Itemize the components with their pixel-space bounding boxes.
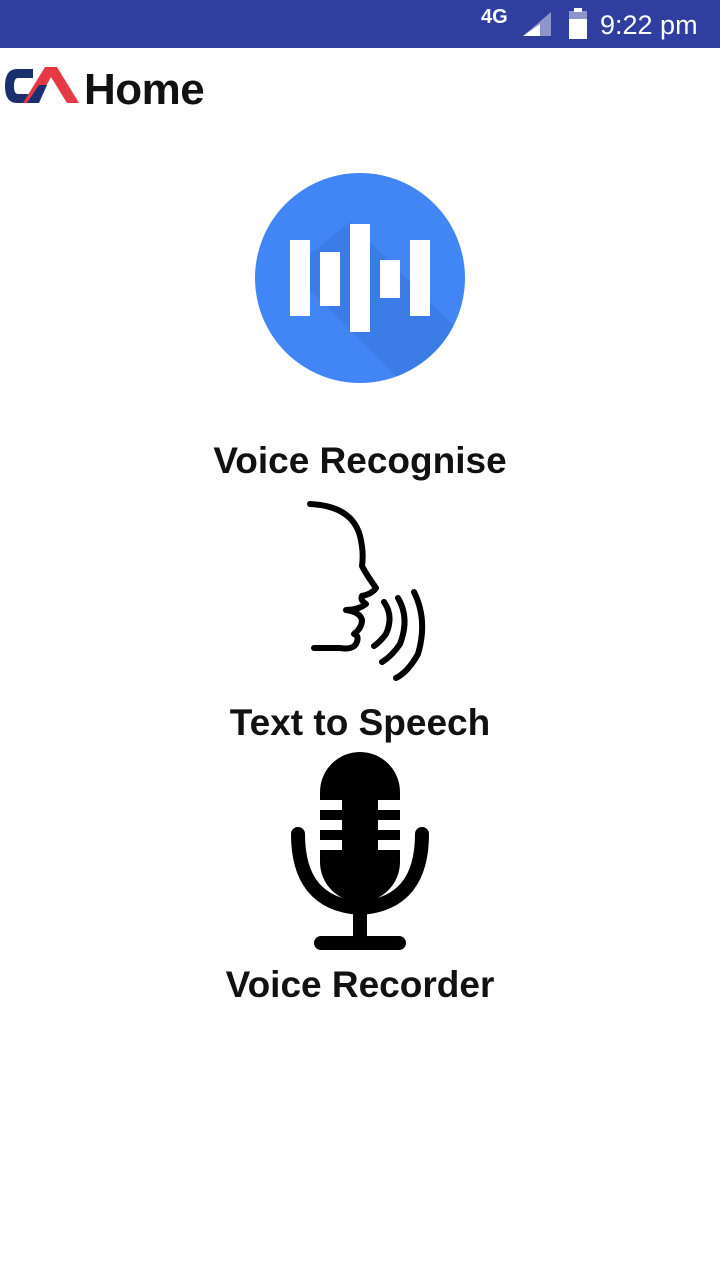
voice-waveform-icon[interactable] — [254, 172, 466, 384]
battery-icon — [567, 8, 589, 45]
status-bar: 4G 9:22 pm — [0, 0, 720, 48]
speaking-head-icon[interactable] — [300, 500, 450, 684]
voice-recognise-label[interactable]: Voice Recognise — [0, 440, 720, 482]
app-bar: Home — [0, 48, 720, 132]
microphone-icon[interactable] — [288, 750, 432, 954]
text-to-speech-label[interactable]: Text to Speech — [0, 702, 720, 744]
app-logo — [3, 63, 81, 114]
page-title: Home — [84, 65, 205, 114]
voice-recorder-label[interactable]: Voice Recorder — [0, 964, 720, 1006]
signal-strength-icon — [521, 10, 553, 43]
network-type-label: 4G — [481, 6, 508, 28]
clock-time: 9:22 pm — [600, 10, 698, 40]
